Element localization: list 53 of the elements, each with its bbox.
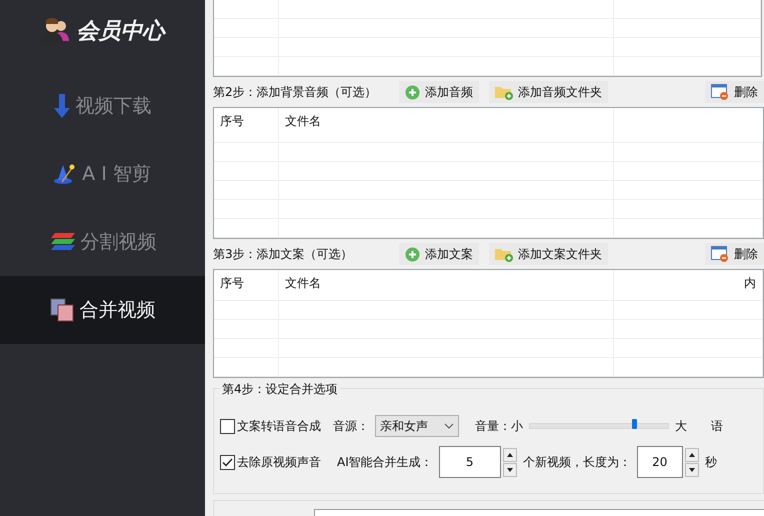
length-unit: 秒 [704,454,717,470]
count-field[interactable]: 5 [438,446,501,478]
down-button[interactable] [502,462,517,476]
column-header[interactable]: 文件名 [279,270,614,300]
voice-label: 音源： [333,418,369,434]
window-remove-icon [711,246,729,262]
voice-dropdown[interactable]: 亲和女声 [375,415,459,437]
delete-button[interactable]: 删除 [705,243,764,265]
step-title: 第2步：添加背景音频（可选） [213,84,378,100]
sidebar-title: 会员中心 [76,17,164,46]
window-remove-icon [711,84,729,100]
group-title: 第4步：设定合并选项 [220,381,340,398]
users-icon [40,17,70,45]
add-folder-button[interactable]: 添加音频文件夹 [489,81,608,103]
stacked-frames-icon [50,298,74,322]
column-header[interactable]: 内 [614,270,763,300]
length-field[interactable]: 20 [636,446,683,478]
sidebar-item[interactable]: 视频下载 [0,72,205,140]
triangle-up-icon [506,452,513,456]
column-header[interactable]: 文件名 [279,108,614,142]
folder-add-icon [495,246,513,262]
column-header[interactable]: 序号 [214,108,279,142]
triangle-down-icon [688,468,695,472]
add-icon [405,84,420,100]
add-icon [405,246,420,262]
triangle-up-icon [688,452,695,456]
speed-label: 语 [711,418,723,434]
sidebar-item[interactable]: 分割视频 [0,208,205,276]
sidebar-item[interactable]: 合并视频 [0,276,205,344]
tts-checkbox[interactable]: 文案转语音合成 [220,418,321,434]
volume-max-label: 大 [675,418,687,434]
down-arrow-icon [54,94,70,118]
folder-add-icon [495,84,513,100]
add-button[interactable]: 添加文案 [399,243,479,265]
layers-icon [48,233,74,251]
slider-thumb[interactable] [632,419,637,429]
volume-label: 音量：小 [475,418,523,434]
column-header[interactable]: 序号 [214,270,279,300]
up-button[interactable] [684,448,699,462]
add-button[interactable]: 添加音频 [399,81,479,103]
count-label: AI智能合并生成： [337,454,433,470]
sidebar-item[interactable]: A I 智剪 [0,140,205,208]
down-button[interactable] [684,462,699,476]
mute-checkbox[interactable]: 去除原视频声音 [220,454,321,470]
triangle-down-icon [506,468,513,472]
wizard-hat-icon [54,163,76,185]
up-button[interactable] [502,448,517,462]
add-folder-button[interactable]: 添加文案文件夹 [489,243,608,265]
delete-button[interactable]: 删除 [705,81,764,103]
step-title: 第3步：添加文案（可选） [213,246,354,262]
check-icon [222,458,233,466]
chevron-down-icon [444,423,454,429]
count-suffix: 个新视频，长度为： [522,454,631,470]
